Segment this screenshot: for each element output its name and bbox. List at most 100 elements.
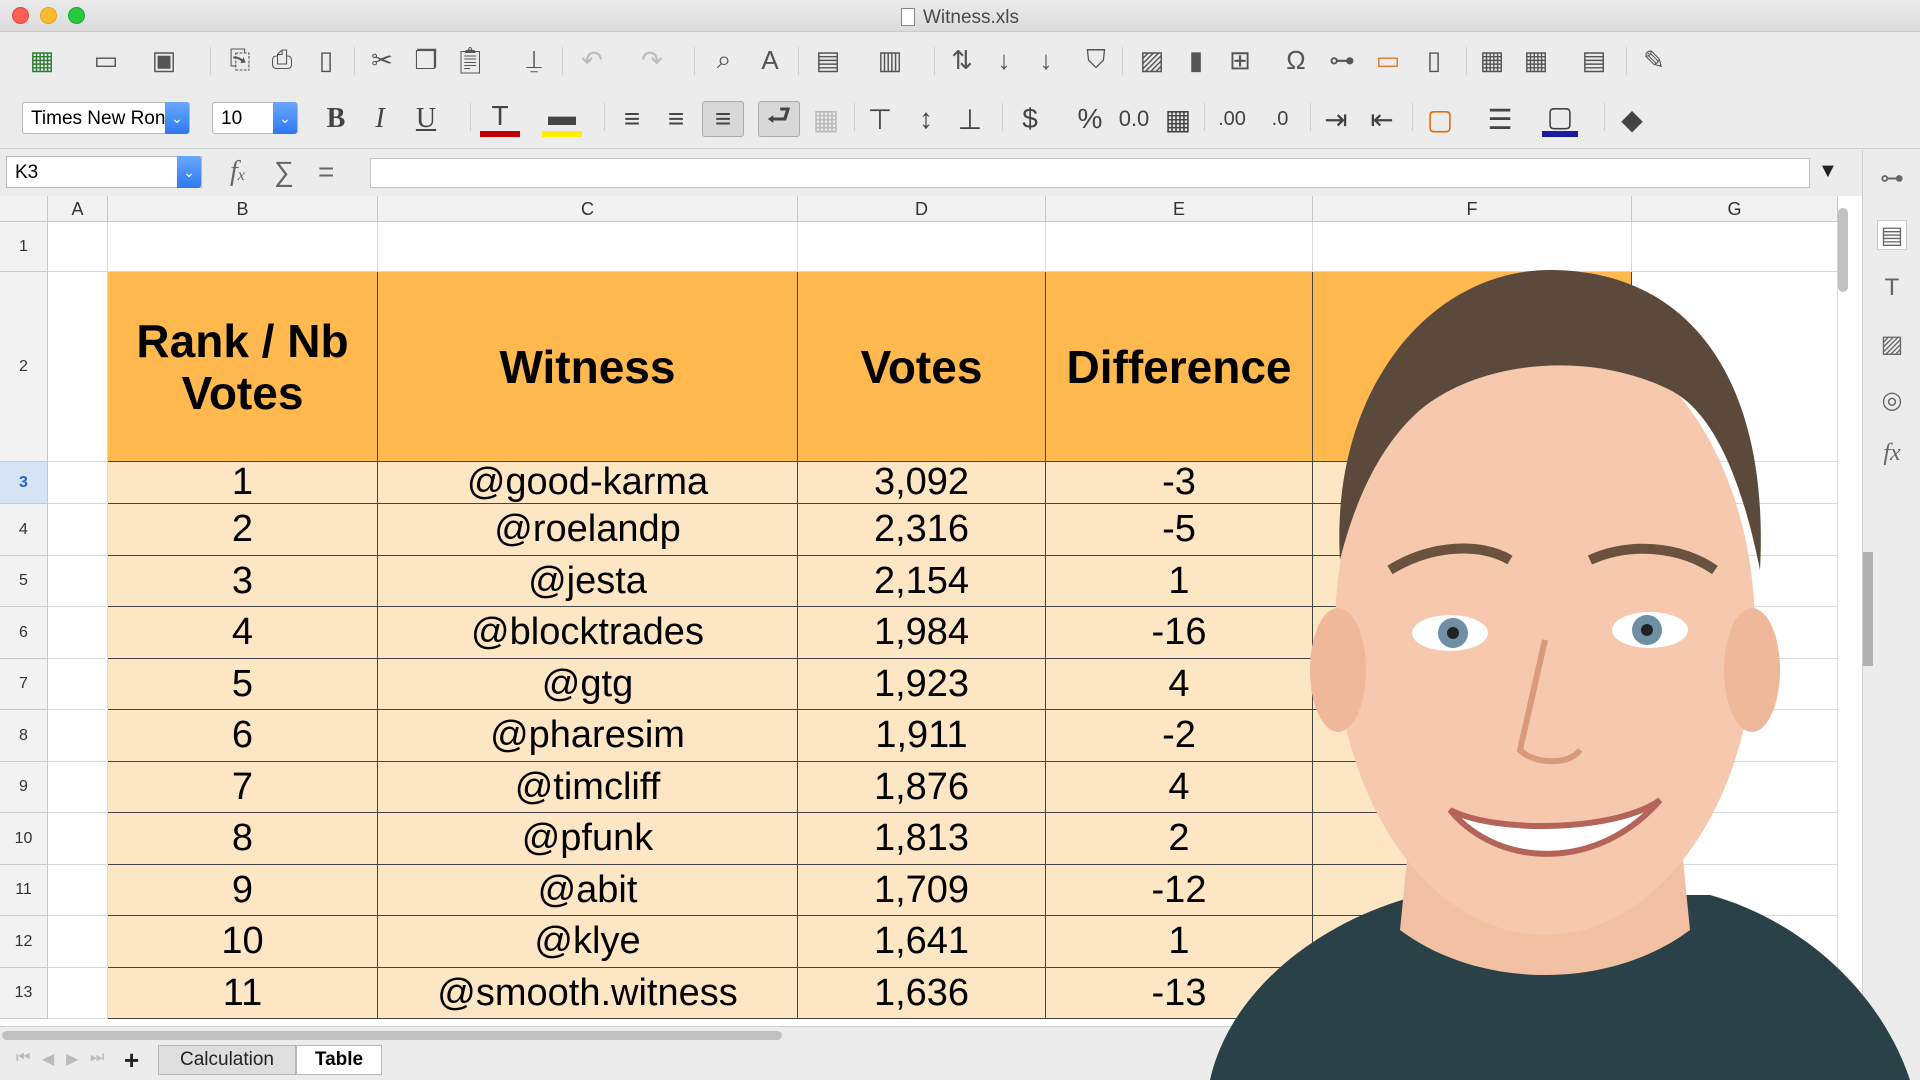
currency-icon[interactable]: $ <box>1012 101 1048 137</box>
comment-icon[interactable]: ▭ <box>1370 43 1406 77</box>
grid-cell[interactable] <box>108 222 378 272</box>
border-color-icon[interactable]: ▢ <box>1542 101 1578 137</box>
pivot-table-icon[interactable]: ⊞ <box>1222 43 1258 77</box>
table-cell[interactable]: @roelandp <box>378 504 798 556</box>
select-all-corner[interactable] <box>0 196 48 222</box>
table-cell[interactable]: @klye <box>378 916 798 968</box>
delete-decimal-icon[interactable]: .0 <box>1262 101 1298 137</box>
row-header-1[interactable]: 1 <box>0 222 48 272</box>
table-cell[interactable]: 10 <box>108 916 378 968</box>
grid-cell[interactable] <box>48 504 108 556</box>
table-cell[interactable]: 1,813 <box>798 813 1046 865</box>
formula-icon[interactable]: = <box>318 156 334 188</box>
row-header-9[interactable]: 9 <box>0 762 48 813</box>
name-box[interactable]: K3 ⌄ <box>6 156 202 188</box>
number-format-icon[interactable]: 0.0 <box>1116 101 1152 137</box>
table-cell[interactable]: 7 <box>108 762 378 813</box>
row-header-3[interactable]: 3 <box>0 462 48 504</box>
table-cell[interactable]: 1,911 <box>798 710 1046 762</box>
column-header-d[interactable]: D <box>798 196 1046 222</box>
draw-functions-icon[interactable]: ✎ <box>1636 43 1672 77</box>
grid-cell[interactable] <box>1313 222 1632 272</box>
font-color-icon[interactable]: T <box>480 100 520 137</box>
add-decimal-icon[interactable]: .00 <box>1214 101 1250 137</box>
sheet-tab-calculation[interactable]: Calculation <box>158 1045 296 1075</box>
italic-icon[interactable]: I <box>362 101 398 137</box>
table-cell[interactable]: 3 <box>108 556 378 607</box>
table-cell[interactable]: @jesta <box>378 556 798 607</box>
table-cell[interactable]: @good-karma <box>378 461 798 504</box>
split-window-icon[interactable]: ▤ <box>1576 43 1612 77</box>
print-icon[interactable]: ⎙ <box>264 43 300 77</box>
table-rank-header[interactable]: Rank / Nb Votes <box>108 272 378 462</box>
table-cell[interactable]: 1,709 <box>798 865 1046 916</box>
table-cell[interactable]: 9 <box>108 865 378 916</box>
merge-cells-icon[interactable]: ▦ <box>808 101 844 137</box>
grid-cell[interactable] <box>48 813 108 865</box>
row-header-12[interactable]: 12 <box>0 916 48 968</box>
underline-icon[interactable]: U <box>408 101 444 137</box>
formula-input[interactable] <box>370 158 1810 188</box>
copy-icon[interactable]: ❐ <box>408 43 444 77</box>
table-icon[interactable]: ▦ <box>22 43 62 77</box>
grid-cell[interactable] <box>48 659 108 710</box>
table-cell[interactable]: 1,876 <box>798 762 1046 813</box>
table-cell[interactable]: 3,092 <box>798 461 1046 504</box>
spelling-icon[interactable]: A <box>752 43 788 77</box>
save-icon[interactable]: ▣ <box>146 43 182 77</box>
align-top-icon[interactable]: ⊤ <box>862 101 898 137</box>
date-format-icon[interactable]: ▦ <box>1160 101 1196 137</box>
wrap-text-icon[interactable]: ⮐ <box>758 100 800 137</box>
table-cell[interactable]: @pfunk <box>378 813 798 865</box>
grid-cell[interactable] <box>48 968 108 1019</box>
properties-icon[interactable]: ⊶ <box>1877 164 1907 194</box>
table-cell[interactable]: @smooth.witness <box>378 968 798 1019</box>
row-header-11[interactable]: 11 <box>0 865 48 916</box>
row-header-6[interactable]: 6 <box>0 607 48 659</box>
last-sheet-icon[interactable]: ⏭ <box>90 1049 104 1067</box>
column-icon[interactable]: ▥ <box>872 43 908 77</box>
column-header-e[interactable]: E <box>1046 196 1313 222</box>
bold-icon[interactable]: B <box>318 101 354 137</box>
autofilter-icon[interactable]: ⛉ <box>1078 43 1114 77</box>
table-cell[interactable]: @blocktrades <box>378 607 798 659</box>
row-header-2[interactable]: 2 <box>0 272 48 462</box>
center-vertically-icon[interactable]: ↕ <box>908 101 944 137</box>
insert-image-icon[interactable]: ▨ <box>1134 43 1170 77</box>
export-pdf-icon[interactable]: ⎘ <box>222 43 258 77</box>
grid-cell[interactable] <box>798 222 1046 272</box>
column-header-c[interactable]: C <box>378 196 798 222</box>
table-cell[interactable]: 1 <box>108 461 378 504</box>
table-cell[interactable]: 1,636 <box>798 968 1046 1019</box>
undo-icon[interactable]: ↶ <box>574 43 610 77</box>
define-print-area-icon[interactable]: ▦ <box>1474 43 1510 77</box>
sheet-tab-table[interactable]: Table <box>296 1045 382 1075</box>
table-witness-header[interactable]: Witness <box>378 272 798 462</box>
align-left-icon[interactable]: ≡ <box>614 101 650 137</box>
grid-cell[interactable] <box>378 222 798 272</box>
decrease-indent-icon[interactable]: ⇤ <box>1364 101 1400 137</box>
grid-cell[interactable] <box>1632 222 1838 272</box>
cut-icon[interactable]: ✂ <box>364 43 400 77</box>
background-color-icon[interactable]: ◆ <box>1614 101 1650 137</box>
table-cell[interactable]: @timcliff <box>378 762 798 813</box>
percent-icon[interactable]: % <box>1072 101 1108 137</box>
table-cell[interactable]: 11 <box>108 968 378 1019</box>
increase-indent-icon[interactable]: ⇥ <box>1318 101 1354 137</box>
table-cell[interactable]: @gtg <box>378 659 798 710</box>
highlight-color-icon[interactable]: ▬ <box>542 100 582 137</box>
row-header-5[interactable]: 5 <box>0 556 48 607</box>
table-cell[interactable]: 8 <box>108 813 378 865</box>
page-icon[interactable]: ▤ <box>1877 220 1907 250</box>
borders-icon[interactable]: ▢ <box>1422 101 1458 137</box>
sort-icon[interactable]: ⇅ <box>944 43 980 77</box>
align-bottom-icon[interactable]: ⊥ <box>952 101 988 137</box>
table-cell[interactable]: @abit <box>378 865 798 916</box>
grid-cell[interactable] <box>48 865 108 916</box>
find-icon[interactable]: ⌕ <box>706 43 742 77</box>
row-header-8[interactable]: 8 <box>0 710 48 762</box>
add-sheet-button[interactable]: + <box>124 1045 139 1076</box>
grid-cell[interactable] <box>48 916 108 968</box>
special-character-icon[interactable]: Ω <box>1278 43 1314 77</box>
border-style-icon[interactable]: ☰ <box>1482 101 1518 137</box>
